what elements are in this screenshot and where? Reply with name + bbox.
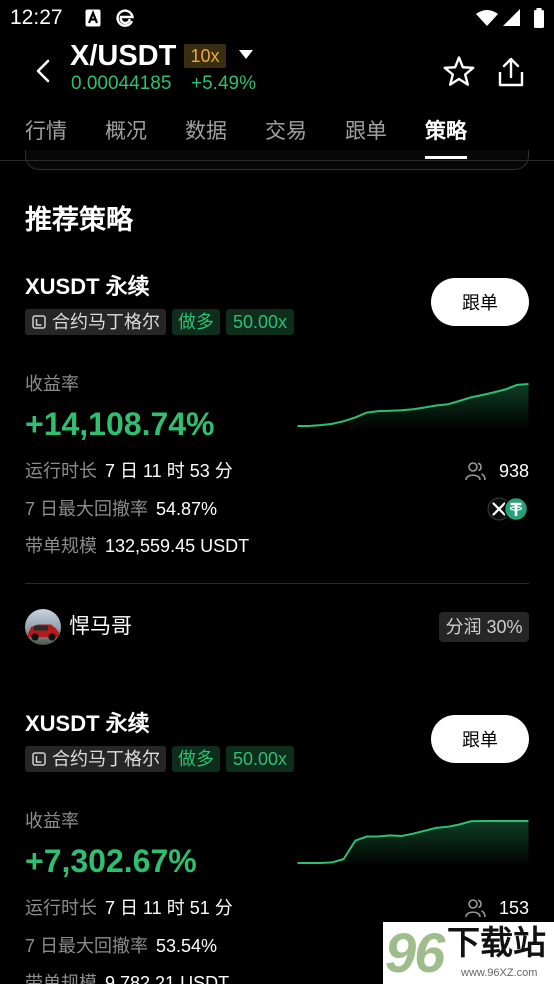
strategy-type-label: 合约马丁格尔: [52, 749, 160, 769]
strategy-type-tag: 合约马丁格尔: [25, 746, 166, 772]
watermark-logo: 96 下载站 www.96XZ.com: [383, 922, 554, 984]
card-divider: [25, 583, 529, 584]
runtime-label: 运行时长: [25, 898, 97, 918]
status-bar: 12:27: [0, 0, 554, 36]
strategy-type-label: 合约马丁格尔: [52, 312, 160, 332]
drawdown-label: 7 日最大回撤率: [25, 499, 149, 519]
return-curve-chart: [297, 820, 529, 867]
watermark-number: 96: [385, 922, 445, 984]
signal-icon: [503, 9, 520, 26]
pair-title[interactable]: X/USDT: [70, 39, 176, 73]
star-icon[interactable]: [442, 56, 476, 88]
strategy-pair-title: XUSDT 永续: [25, 274, 150, 299]
tab-trade[interactable]: 交易: [265, 118, 307, 146]
last-price: 0.00044185: [71, 73, 172, 94]
watermark-url: www.96XZ.com: [461, 967, 538, 979]
direction-tag: 做多: [172, 746, 220, 772]
status-time: 12:27: [10, 6, 63, 29]
leverage-badge: 10x: [184, 44, 226, 68]
return-curve-chart: [297, 383, 529, 430]
scale-row: 带单规模 132,559.45 USDT: [25, 534, 249, 558]
strategy-tags: 合约马丁格尔 做多 50.00x: [25, 309, 295, 335]
scale-label: 带单规模: [25, 536, 97, 556]
strategy-tags: 合约马丁格尔 做多 50.00x: [25, 746, 295, 772]
yield-label: 收益率: [25, 811, 79, 831]
tab-copy-trading[interactable]: 跟单: [345, 118, 387, 146]
drawdown-value: 54.87%: [156, 499, 218, 519]
watermark-name: 下载站: [447, 924, 546, 961]
runtime-label: 运行时长: [25, 461, 97, 481]
wifi-icon: [476, 10, 498, 26]
active-tab-indicator: [425, 156, 467, 159]
runtime-value: 7 日 11 时 53 分: [105, 461, 233, 481]
return-curve-area: [297, 821, 529, 867]
drawdown-row: 7 日最大回撤率 53.54%: [25, 934, 217, 958]
triangle-down-icon[interactable]: [238, 49, 254, 61]
scale-value: 132,559.45 USDT: [105, 536, 250, 556]
a-app-icon: [85, 9, 101, 27]
contract-icon: [32, 752, 46, 766]
e-app-icon: [116, 9, 134, 27]
runtime-row: 运行时长 7 日 11 时 51 分: [25, 896, 233, 920]
follower-count: 938: [498, 461, 529, 481]
yield-value: +14,108.74%: [25, 406, 215, 442]
tab-divider: [0, 160, 554, 161]
battery-icon: [534, 8, 544, 28]
follow-button[interactable]: 跟单: [431, 278, 529, 326]
follower-count: 153: [498, 898, 529, 918]
tab-strategy[interactable]: 策略: [425, 118, 467, 146]
strategy-pair-title: XUSDT 永续: [25, 711, 150, 736]
contract-icon: [32, 315, 46, 329]
runtime-row: 运行时长 7 日 11 时 53 分: [25, 459, 233, 483]
profit-share-badge: 分润 30%: [439, 612, 529, 642]
leverage-tag: 50.00x: [226, 309, 295, 335]
scale-value: 9,782.21 USDT: [105, 973, 230, 984]
tab-overview[interactable]: 概况: [105, 118, 147, 146]
runtime-value: 7 日 11 时 51 分: [105, 898, 233, 918]
drawdown-value: 53.54%: [156, 936, 218, 956]
yield-value: +7,302.67%: [25, 843, 197, 879]
users-icon: [465, 899, 486, 918]
section-title: 推荐策略: [25, 205, 133, 235]
tether-usdt-icon: [503, 496, 529, 522]
direction-tag: 做多: [172, 309, 220, 335]
leverage-tag: 50.00x: [226, 746, 295, 772]
users-icon: [465, 462, 486, 481]
coin-pair-icons: [487, 496, 529, 522]
strategy-type-tag: 合约马丁格尔: [25, 309, 166, 335]
tab-data[interactable]: 数据: [185, 118, 227, 146]
scale-label: 带单规模: [25, 973, 97, 984]
avatar[interactable]: [25, 609, 61, 645]
drawdown-row: 7 日最大回撤率 54.87%: [25, 497, 217, 521]
price-change: +5.49%: [191, 73, 256, 94]
tab-market[interactable]: 行情: [25, 118, 67, 146]
app-screen: 12:27 X/USDT 10x 0.00044185 +5.49% 行情 概况…: [0, 0, 554, 984]
follow-button[interactable]: 跟单: [431, 715, 529, 763]
strategy-card[interactable]: XUSDT 永续 跟单 合约马丁格尔 做多 50.00x 收益率 +14,108…: [0, 260, 554, 697]
share-icon[interactable]: [496, 56, 526, 88]
drawdown-label: 7 日最大回撤率: [25, 936, 149, 956]
yield-label: 收益率: [25, 374, 79, 394]
trader-name[interactable]: 悍马哥: [69, 614, 132, 640]
back-chevron-icon[interactable]: [33, 59, 53, 83]
scale-row: 带单规模 9,782.21 USDT: [25, 971, 229, 984]
